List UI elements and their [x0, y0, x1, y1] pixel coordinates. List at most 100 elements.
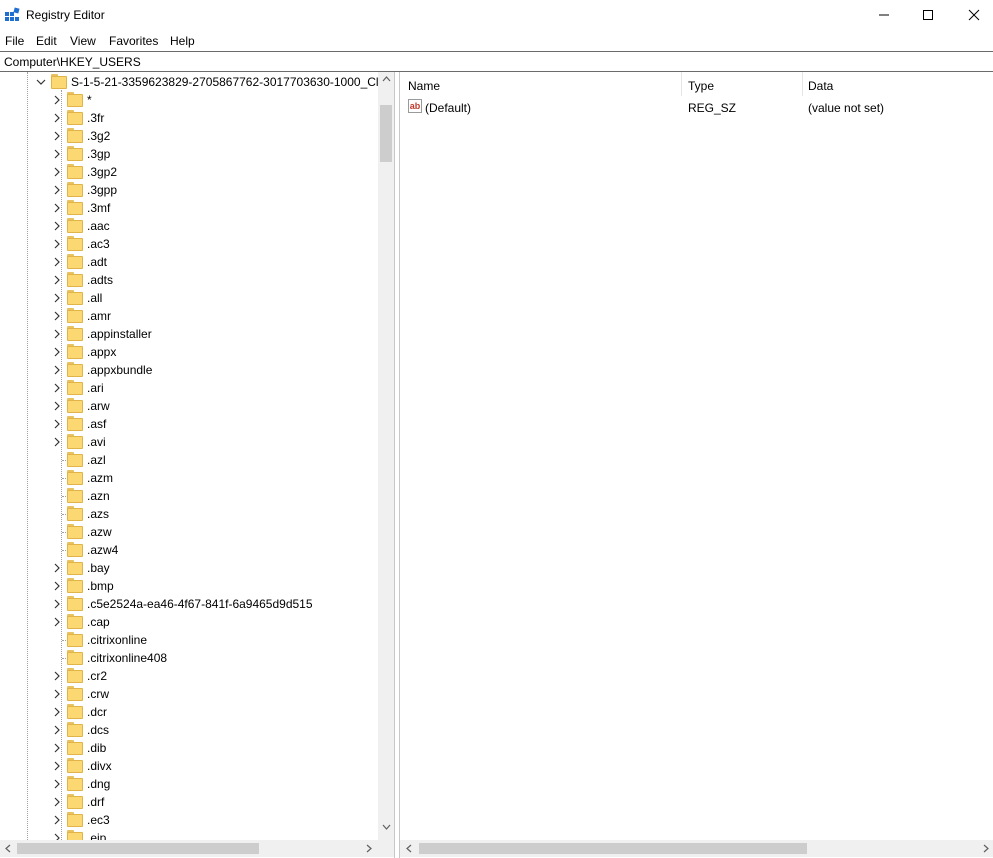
tree-node[interactable]: .adt: [0, 253, 378, 271]
tree-node[interactable]: .cap: [0, 613, 378, 631]
tree-node[interactable]: .azw4: [0, 541, 378, 559]
menu-view[interactable]: View: [70, 34, 96, 48]
tree-node[interactable]: .crw: [0, 685, 378, 703]
chevron-down-icon[interactable]: [35, 76, 47, 88]
tree-node[interactable]: .azn: [0, 487, 378, 505]
tree-node[interactable]: .ari: [0, 379, 378, 397]
tree-node[interactable]: .appxbundle: [0, 361, 378, 379]
scroll-down-icon[interactable]: [382, 824, 391, 830]
chevron-right-icon[interactable]: [51, 778, 63, 790]
tree-node[interactable]: *: [0, 91, 378, 109]
close-button[interactable]: [951, 0, 993, 30]
tree-horizontal-scrollbar[interactable]: [0, 840, 378, 857]
tree-node[interactable]: .all: [0, 289, 378, 307]
chevron-right-icon[interactable]: [51, 436, 63, 448]
chevron-right-icon[interactable]: [51, 616, 63, 628]
chevron-right-icon[interactable]: [51, 184, 63, 196]
chevron-right-icon[interactable]: [51, 94, 63, 106]
chevron-right-icon[interactable]: [51, 292, 63, 304]
tree-node[interactable]: .dng: [0, 775, 378, 793]
chevron-right-icon[interactable]: [51, 130, 63, 142]
chevron-right-icon[interactable]: [51, 202, 63, 214]
tree-node[interactable]: .3gp: [0, 145, 378, 163]
tree-node[interactable]: .3gp2: [0, 163, 378, 181]
chevron-right-icon[interactable]: [51, 706, 63, 718]
tree-node[interactable]: .ec3: [0, 811, 378, 829]
value-row[interactable]: ab (Default) REG_SZ (value not set): [400, 98, 993, 116]
scroll-right-icon[interactable]: [983, 844, 989, 853]
tree-node[interactable]: .dcr: [0, 703, 378, 721]
chevron-right-icon[interactable]: [51, 814, 63, 826]
chevron-right-icon[interactable]: [51, 346, 63, 358]
scroll-up-icon[interactable]: [382, 76, 391, 82]
tree-node[interactable]: .3g2: [0, 127, 378, 145]
tree-node[interactable]: .cr2: [0, 667, 378, 685]
tree-node[interactable]: .dib: [0, 739, 378, 757]
scroll-right-icon[interactable]: [366, 844, 372, 853]
chevron-right-icon[interactable]: [51, 148, 63, 160]
tree-node[interactable]: .appinstaller: [0, 325, 378, 343]
chevron-right-icon[interactable]: [51, 580, 63, 592]
chevron-right-icon[interactable]: [51, 220, 63, 232]
tree-node[interactable]: .c5e2524a-ea46-4f67-841f-6a9465d9d515: [0, 595, 378, 613]
chevron-right-icon[interactable]: [51, 598, 63, 610]
tree-node[interactable]: .arw: [0, 397, 378, 415]
tree-root-node[interactable]: S-1-5-21-3359623829-2705867762-301770363…: [0, 73, 394, 91]
maximize-button[interactable]: [905, 0, 951, 30]
tree-node[interactable]: .adts: [0, 271, 378, 289]
list-horizontal-scrollbar[interactable]: [400, 840, 993, 857]
tree-node[interactable]: .asf: [0, 415, 378, 433]
chevron-right-icon[interactable]: [51, 238, 63, 250]
chevron-right-icon[interactable]: [51, 310, 63, 322]
tree-node[interactable]: .citrixonline408: [0, 649, 378, 667]
tree-scroll-thumb[interactable]: [380, 105, 392, 162]
chevron-right-icon[interactable]: [51, 166, 63, 178]
column-type[interactable]: Type: [688, 79, 714, 93]
chevron-right-icon[interactable]: [51, 418, 63, 430]
tree-node[interactable]: .avi: [0, 433, 378, 451]
menu-favorites[interactable]: Favorites: [109, 34, 158, 48]
menu-file[interactable]: File: [5, 34, 24, 48]
chevron-right-icon[interactable]: [51, 382, 63, 394]
chevron-right-icon[interactable]: [51, 274, 63, 286]
chevron-right-icon[interactable]: [51, 796, 63, 808]
chevron-right-icon[interactable]: [51, 256, 63, 268]
address-path[interactable]: Computer\HKEY_USERS: [4, 55, 141, 69]
tree-node[interactable]: .citrixonline: [0, 631, 378, 649]
chevron-right-icon[interactable]: [51, 112, 63, 124]
tree-hscroll-thumb[interactable]: [17, 843, 259, 854]
tree-vertical-scrollbar[interactable]: [378, 72, 394, 840]
chevron-right-icon[interactable]: [51, 400, 63, 412]
menu-help[interactable]: Help: [170, 34, 195, 48]
chevron-right-icon[interactable]: [51, 742, 63, 754]
tree-node[interactable]: .azs: [0, 505, 378, 523]
column-name[interactable]: Name: [408, 79, 440, 93]
tree-node[interactable]: .3gpp: [0, 181, 378, 199]
chevron-right-icon[interactable]: [51, 724, 63, 736]
tree-node[interactable]: .dcs: [0, 721, 378, 739]
column-divider[interactable]: [681, 72, 682, 96]
chevron-right-icon[interactable]: [51, 562, 63, 574]
tree-node[interactable]: .3mf: [0, 199, 378, 217]
list-hscroll-thumb[interactable]: [419, 843, 807, 854]
chevron-right-icon[interactable]: [51, 364, 63, 376]
tree-node[interactable]: .ac3: [0, 235, 378, 253]
tree-node[interactable]: .azw: [0, 523, 378, 541]
values-list[interactable]: Name Type Data ab (Default) REG_SZ (valu…: [400, 72, 993, 858]
address-bar[interactable]: Computer\HKEY_USERS: [0, 51, 993, 72]
tree-node[interactable]: .bay: [0, 559, 378, 577]
column-divider[interactable]: [802, 72, 803, 96]
scroll-left-icon[interactable]: [5, 844, 11, 853]
scroll-left-icon[interactable]: [406, 844, 412, 853]
minimize-button[interactable]: [861, 0, 907, 30]
tree-node[interactable]: .azm: [0, 469, 378, 487]
column-data[interactable]: Data: [808, 79, 833, 93]
tree-node[interactable]: .amr: [0, 307, 378, 325]
tree-node[interactable]: .drf: [0, 793, 378, 811]
chevron-right-icon[interactable]: [51, 328, 63, 340]
key-tree[interactable]: S-1-5-21-3359623829-2705867762-301770363…: [0, 72, 394, 858]
tree-node[interactable]: .aac: [0, 217, 378, 235]
tree-node[interactable]: .appx: [0, 343, 378, 361]
chevron-right-icon[interactable]: [51, 670, 63, 682]
tree-node[interactable]: .divx: [0, 757, 378, 775]
